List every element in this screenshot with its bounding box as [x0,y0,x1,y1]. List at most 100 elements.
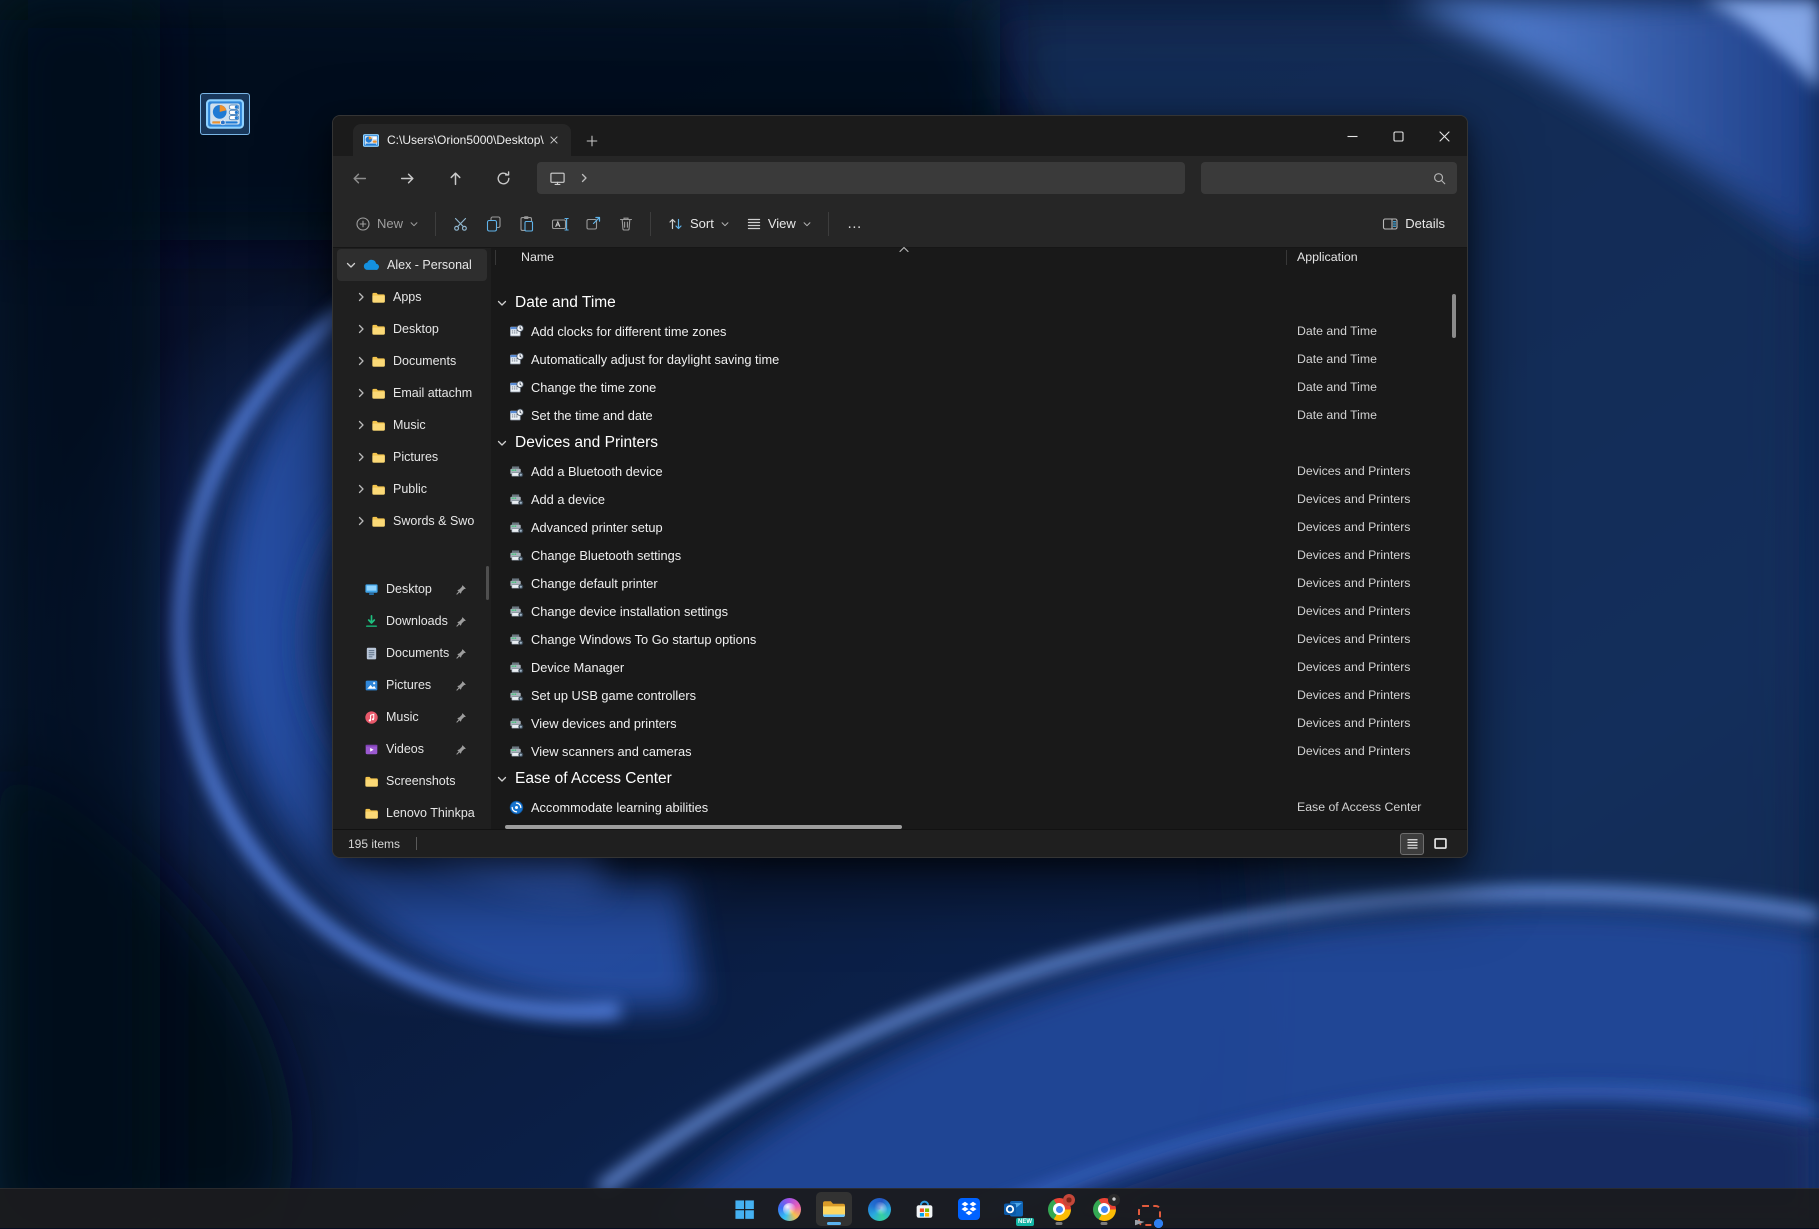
file-application: Devices and Printers [1297,576,1410,590]
group-header-devices-and-printers[interactable]: Devices and Printers [491,429,1467,457]
file-row[interactable]: Set up USB game controllersDevices and P… [491,681,1467,709]
paste-button[interactable] [510,207,543,241]
file-name: Advanced printer setup [531,520,663,535]
close-button[interactable] [1421,116,1467,156]
sidebar-item-desktop[interactable]: Desktop [337,573,487,605]
file-row[interactable]: Manage Windows CredentialsCredential Man… [491,266,1467,271]
sidebar-item-documents[interactable]: Documents [337,637,487,669]
pin-icon [456,584,467,595]
file-row[interactable]: Set the time and dateDate and Time [491,401,1467,429]
refresh-icon[interactable] [486,162,520,194]
sidebar-item-alex-personal[interactable]: Alex - Personal [337,249,487,281]
sort-label: Sort [690,216,714,231]
tab-close-icon[interactable] [545,131,563,149]
rename-button[interactable] [543,207,577,241]
maximize-button[interactable] [1375,116,1421,156]
copy-button[interactable] [477,207,510,241]
sidebar-item-public[interactable]: Public [337,473,487,505]
date-time-icon [509,352,524,367]
file-row[interactable]: Automatically adjust for daylight saving… [491,345,1467,373]
address-input[interactable] [537,162,1185,194]
file-row[interactable]: View scanners and camerasDevices and Pri… [491,737,1467,765]
god-mode-desktop-icon[interactable] [200,93,250,135]
sidebar-item-screenshots[interactable]: Screenshots [337,765,487,797]
search-input[interactable] [1201,162,1457,194]
sidebar-item-videos[interactable]: Videos [337,733,487,765]
chrome-profile-1-icon[interactable] [1041,1192,1077,1226]
file-row[interactable]: Change Bluetooth settingsDevices and Pri… [491,541,1467,569]
dropbox-icon[interactable] [951,1192,987,1226]
sidebar-item-label: Lenovo Thinkpa [386,806,475,820]
file-row[interactable]: Advanced printer setupDevices and Printe… [491,513,1467,541]
delete-button[interactable] [610,207,642,241]
back-icon[interactable] [342,162,376,194]
column-header-name[interactable]: Name [521,250,554,264]
explorer-tab[interactable]: C:\Users\Orion5000\Desktop\ [353,124,571,156]
chrome-profile-2-icon[interactable] [1086,1192,1122,1226]
new-tab-icon[interactable] [581,130,603,152]
file-list: Manage Windows CredentialsCredential Man… [491,266,1467,825]
vertical-scrollbar[interactable] [1452,294,1456,338]
devices-icon [509,716,524,731]
group-label: Ease of Access Center [515,770,672,788]
edge-icon[interactable] [861,1192,897,1226]
devices-icon [509,604,524,619]
chevron-down-icon [409,219,419,229]
sidebar-scrollbar[interactable] [486,566,489,600]
microsoft-store-icon[interactable] [906,1192,942,1226]
column-separator[interactable] [1286,250,1287,265]
share-button[interactable] [577,207,610,241]
file-row[interactable]: Change default printerDevices and Printe… [491,569,1467,597]
file-row[interactable]: Add clocks for different time zonesDate … [491,317,1467,345]
new-button[interactable]: New [347,207,427,241]
sidebar-item-downloads[interactable]: Downloads [337,605,487,637]
screen-clip-icon[interactable] [1131,1192,1167,1226]
pin-icon [456,680,467,691]
sidebar-item-desktop[interactable]: Desktop [337,313,487,345]
file-row[interactable]: Change the time zoneDate and Time [491,373,1467,401]
thumbnail-view-toggle[interactable] [1428,833,1452,855]
sidebar-item-swords-swo[interactable]: Swords & Swo [337,505,487,537]
sidebar-item-lenovo-thinkpa[interactable]: Lenovo Thinkpa [337,797,487,829]
file-explorer-icon[interactable] [816,1192,852,1226]
breadcrumb-chevron-icon [578,172,590,184]
copilot-icon[interactable] [771,1192,807,1226]
sidebar-item-label: Public [393,482,427,496]
sidebar-item-documents[interactable]: Documents [337,345,487,377]
minimize-button[interactable] [1329,116,1375,156]
details-view-toggle[interactable] [1400,833,1424,855]
up-icon[interactable] [438,162,472,194]
file-row[interactable]: Add a deviceDevices and Printers [491,485,1467,513]
outlook-icon[interactable]: NEW [996,1192,1032,1226]
group-header-ease-of-access-center[interactable]: Ease of Access Center [491,765,1467,793]
start-button[interactable] [726,1192,762,1226]
sidebar-item-music[interactable]: Music [337,409,487,441]
see-more-button[interactable]: … [837,207,873,241]
sidebar-item-music[interactable]: Music [337,701,487,733]
file-application: Devices and Printers [1297,632,1410,646]
toolbar-separator [650,212,651,236]
details-pane-button[interactable]: Details [1374,207,1453,241]
file-row[interactable]: Accommodate learning abilitiesEase of Ac… [491,793,1467,821]
sort-button[interactable]: Sort [659,207,738,241]
file-row[interactable]: Change Windows To Go startup optionsDevi… [491,625,1467,653]
outlook-new-badge: NEW [1016,1218,1034,1226]
sidebar-item-pictures[interactable]: Pictures [337,669,487,701]
group-header-date-and-time[interactable]: Date and Time [491,289,1467,317]
sidebar-item-pictures[interactable]: Pictures [337,441,487,473]
sidebar-item-label: Documents [386,646,449,660]
forward-icon[interactable] [390,162,424,194]
view-button[interactable]: View [738,207,820,241]
column-header-application[interactable]: Application [1297,250,1358,264]
file-row[interactable]: View devices and printersDevices and Pri… [491,709,1467,737]
column-separator [495,250,496,265]
cut-button[interactable] [444,207,477,241]
sidebar-item-email-attachm[interactable]: Email attachm [337,377,487,409]
file-row[interactable]: Change device installation settingsDevic… [491,597,1467,625]
chevron-down-icon [720,219,730,229]
file-row[interactable]: Add a Bluetooth deviceDevices and Printe… [491,457,1467,485]
folder-icon [364,806,379,821]
sidebar-item-label: Downloads [386,614,448,628]
sidebar-item-apps[interactable]: Apps [337,281,487,313]
file-row[interactable]: Device ManagerDevices and Printers [491,653,1467,681]
